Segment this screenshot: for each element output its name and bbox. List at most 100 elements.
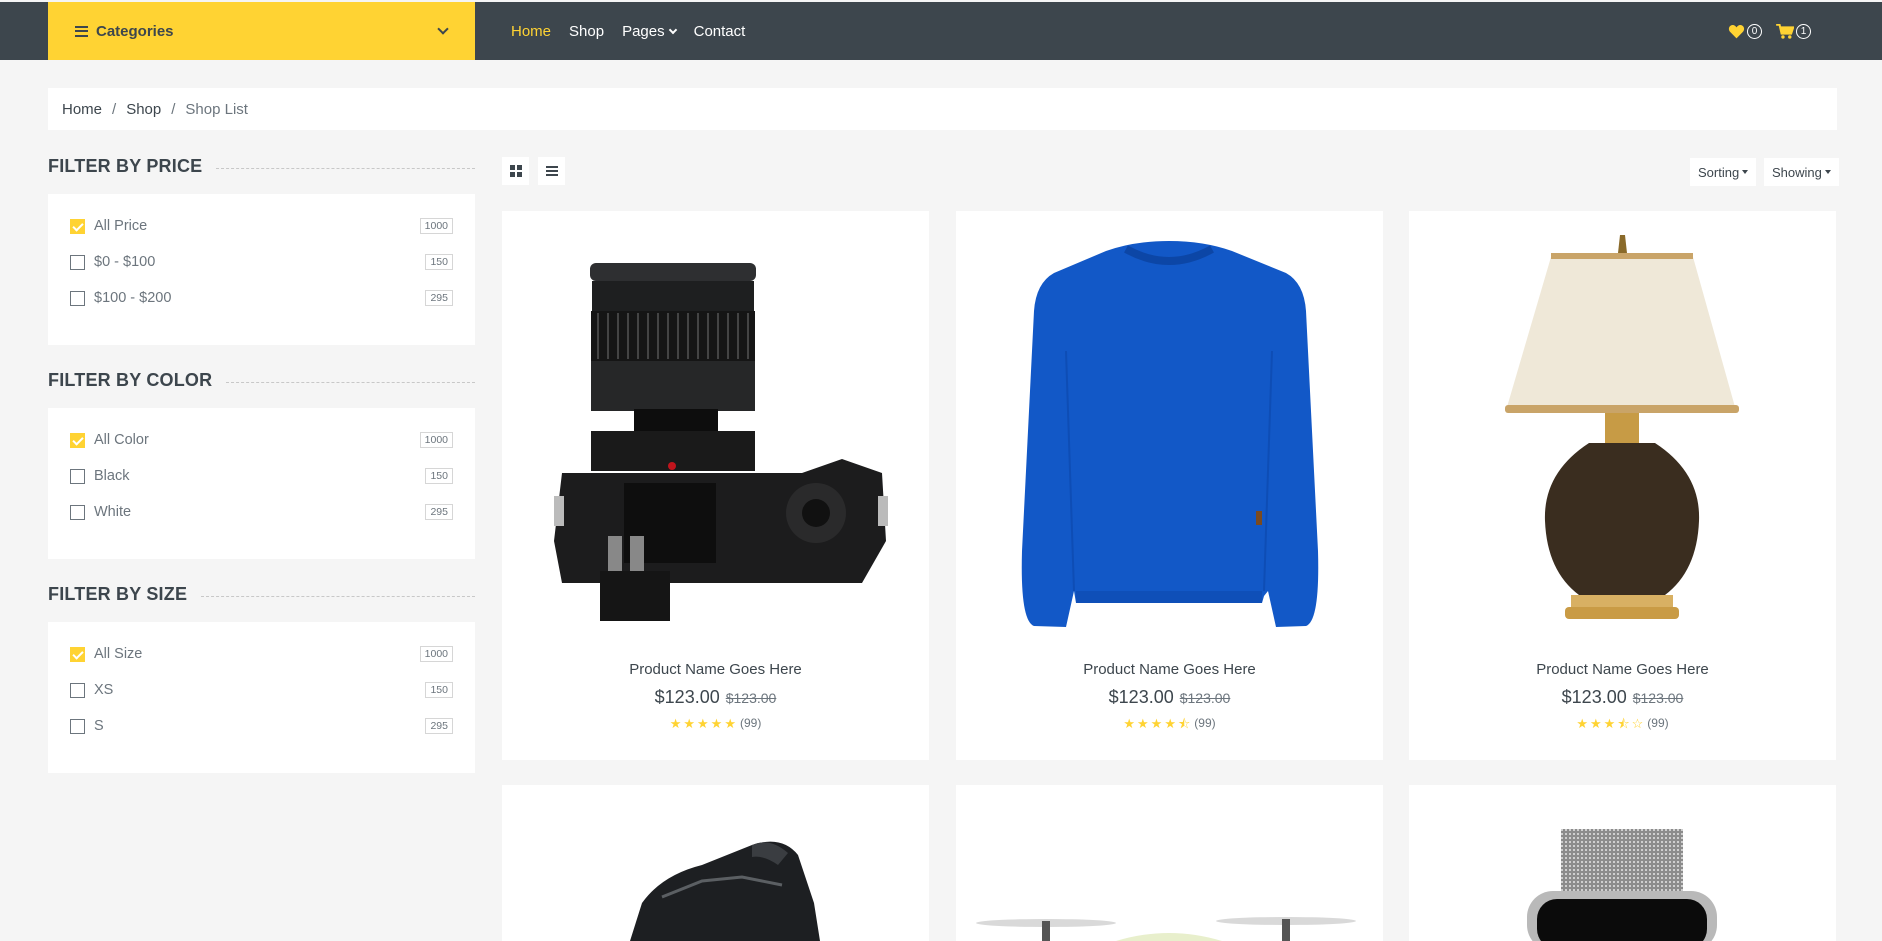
star-half-icon: ⯪ bbox=[1177, 715, 1191, 731]
product-image-camera[interactable] bbox=[502, 211, 929, 641]
filter-color-heading: FILTER BY COLOR bbox=[48, 370, 475, 391]
star-half-icon: ⯪ bbox=[1617, 715, 1630, 731]
filter-option[interactable]: All Color 1000 bbox=[70, 422, 453, 458]
count-badge: 150 bbox=[425, 682, 453, 698]
count-badge: 295 bbox=[425, 718, 453, 734]
product-rating: ★ ★ ★ ★ ★ (99) bbox=[502, 716, 929, 730]
heart-icon bbox=[1728, 24, 1745, 38]
review-count: (99) bbox=[1647, 716, 1669, 730]
filter-option[interactable]: Black 150 bbox=[70, 458, 453, 494]
product-rating: ★ ★ ★ ★ ⯪ (99) bbox=[956, 716, 1383, 730]
count-badge: 295 bbox=[425, 504, 453, 520]
product-price: $123.00 $123.00 bbox=[1561, 687, 1684, 707]
checkbox[interactable] bbox=[70, 682, 85, 698]
nav-contact[interactable]: Contact bbox=[694, 23, 746, 40]
count-badge: 150 bbox=[425, 468, 453, 484]
product-card[interactable]: Product Name Goes Here $123.00 $123.00 ★ ★… bbox=[956, 211, 1383, 760]
checkbox[interactable] bbox=[70, 646, 85, 662]
checkbox[interactable] bbox=[70, 504, 85, 520]
nav-pages-dropdown[interactable]: Pages bbox=[622, 23, 677, 40]
breadcrumb-shop[interactable]: Shop bbox=[126, 101, 161, 118]
wishlist-count-badge: 0 bbox=[1747, 23, 1762, 39]
star-full-icon: ★ bbox=[1576, 715, 1589, 731]
checkbox[interactable] bbox=[70, 290, 85, 306]
main-nav: Home Shop Pages Contact bbox=[511, 2, 745, 60]
checkbox[interactable] bbox=[70, 432, 85, 448]
product-name[interactable]: Product Name Goes Here bbox=[502, 661, 929, 678]
star-full-icon: ★ bbox=[697, 715, 709, 731]
list-view-button[interactable] bbox=[538, 157, 565, 185]
star-full-icon: ★ bbox=[669, 715, 682, 731]
count-badge: 295 bbox=[425, 290, 453, 306]
count-badge: 1000 bbox=[419, 646, 453, 662]
product-name[interactable]: Product Name Goes Here bbox=[1409, 661, 1836, 678]
chevron-down-icon bbox=[437, 23, 449, 35]
product-name[interactable]: Product Name Goes Here bbox=[956, 661, 1383, 678]
product-image-drone[interactable] bbox=[956, 785, 1383, 941]
checkbox[interactable] bbox=[70, 254, 85, 270]
product-image-watch[interactable] bbox=[1409, 785, 1836, 941]
showing-dropdown[interactable]: Showing bbox=[1764, 158, 1839, 186]
count-badge: 1000 bbox=[419, 432, 453, 448]
breadcrumb: Home / Shop / Shop List bbox=[48, 88, 1837, 130]
menu-icon bbox=[75, 25, 88, 37]
categories-label: Categories bbox=[96, 22, 174, 40]
product-image-shoe[interactable] bbox=[502, 785, 929, 941]
star-full-icon: ★ bbox=[1123, 715, 1136, 731]
count-badge: 1000 bbox=[419, 218, 453, 234]
star-full-icon: ★ bbox=[1603, 715, 1616, 731]
top-navbar: Categories Home Shop Pages Contact 0 1 bbox=[0, 2, 1882, 60]
filter-color-box: All Color 1000 Black 150 White 295 bbox=[48, 408, 475, 559]
filter-option[interactable]: XS 150 bbox=[70, 672, 453, 708]
cart-button[interactable]: 1 bbox=[1776, 23, 1811, 39]
product-card[interactable]: Product Name Goes Here $123.00 $123.00 ★ ★… bbox=[502, 211, 929, 760]
filter-option[interactable]: All Price 1000 bbox=[70, 208, 453, 244]
categories-dropdown-button[interactable]: Categories bbox=[48, 2, 475, 60]
grid-view-button[interactable] bbox=[502, 157, 529, 185]
shopping-cart-icon bbox=[1776, 23, 1794, 39]
caret-down-icon bbox=[1742, 170, 1749, 174]
old-price: $123.00 bbox=[1632, 690, 1684, 706]
sorting-dropdown[interactable]: Sorting bbox=[1690, 158, 1757, 186]
star-full-icon: ★ bbox=[683, 715, 695, 731]
checkbox[interactable] bbox=[70, 468, 85, 484]
star-full-icon: ★ bbox=[710, 715, 723, 731]
filter-option[interactable]: All Size 1000 bbox=[70, 636, 453, 672]
checkbox[interactable] bbox=[70, 718, 85, 734]
filter-option[interactable]: $0 - $100 150 bbox=[70, 244, 453, 280]
old-price: $123.00 bbox=[1179, 690, 1231, 706]
filter-price-box: All Price 1000 $0 - $100 150 $100 - $200 29… bbox=[48, 194, 475, 345]
wishlist-button[interactable]: 0 bbox=[1728, 23, 1762, 39]
chevron-down-icon bbox=[668, 25, 677, 34]
filter-size-heading: FILTER BY SIZE bbox=[48, 584, 475, 605]
count-badge: 150 bbox=[425, 254, 453, 270]
filter-size-box: All Size 1000 XS 150 S 295 bbox=[48, 622, 475, 773]
product-card[interactable] bbox=[502, 785, 929, 941]
filter-option[interactable]: White 295 bbox=[70, 494, 453, 530]
cart-count-badge: 1 bbox=[1796, 23, 1811, 39]
product-card[interactable] bbox=[1409, 785, 1836, 941]
star-full-icon: ★ bbox=[1590, 715, 1602, 731]
product-image-lamp[interactable] bbox=[1409, 211, 1836, 641]
star-full-icon: ★ bbox=[724, 715, 736, 731]
caret-down-icon bbox=[1824, 170, 1831, 174]
product-price: $123.00 $123.00 bbox=[1108, 687, 1231, 707]
filter-option[interactable]: S 295 bbox=[70, 708, 453, 744]
nav-shop[interactable]: Shop bbox=[569, 23, 604, 40]
grid-icon bbox=[509, 165, 522, 177]
old-price: $123.00 bbox=[725, 690, 777, 706]
review-count: (99) bbox=[739, 716, 762, 730]
star-empty-icon: ☆ bbox=[1631, 715, 1644, 731]
product-price: $123.00 $123.00 bbox=[654, 687, 777, 707]
checkbox[interactable] bbox=[70, 218, 85, 234]
nav-home[interactable]: Home bbox=[511, 23, 551, 40]
review-count: (99) bbox=[1194, 716, 1216, 730]
star-full-icon: ★ bbox=[1137, 715, 1149, 731]
breadcrumb-home[interactable]: Home bbox=[62, 101, 102, 118]
product-image-sweater[interactable] bbox=[956, 211, 1383, 641]
product-card[interactable]: Product Name Goes Here $123.00 $123.00 ★ ★… bbox=[1409, 211, 1836, 760]
product-rating: ★ ★ ★ ⯪ ☆ (99) bbox=[1409, 716, 1836, 730]
breadcrumb-current: Shop List bbox=[185, 100, 248, 118]
filter-option[interactable]: $100 - $200 295 bbox=[70, 280, 453, 316]
product-card[interactable] bbox=[956, 785, 1383, 941]
